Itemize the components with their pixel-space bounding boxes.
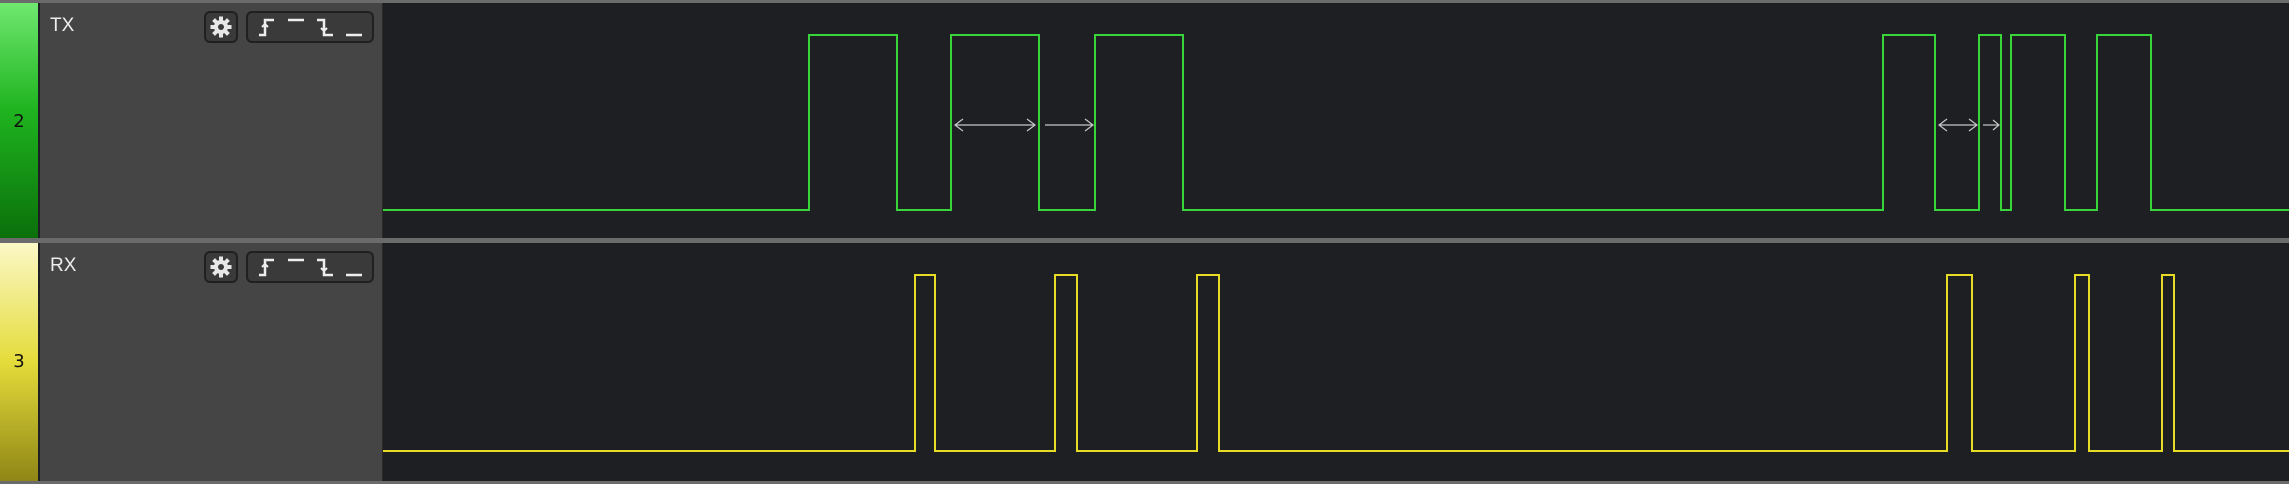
channel-name[interactable]: RX [50, 255, 76, 277]
timing-markers [954, 118, 2000, 132]
trigger-button-group [246, 251, 374, 283]
rising-edge-icon [258, 18, 274, 37]
channel-settings-button[interactable] [204, 251, 238, 283]
trigger-high-level-button[interactable] [283, 254, 309, 280]
trigger-falling-edge-button[interactable] [312, 254, 338, 280]
timing-marker [1938, 118, 1978, 132]
trigger-low-level-button[interactable] [341, 14, 367, 40]
channel-row-rx: 3 RX [0, 243, 2289, 481]
trigger-rising-edge-button[interactable] [254, 14, 280, 40]
channel-settings-button[interactable] [204, 11, 238, 43]
trigger-falling-edge-button[interactable] [312, 14, 338, 40]
trigger-button-group [246, 11, 374, 43]
channel-row-tx: 2 TX [0, 3, 2289, 241]
channel-label-panel: TX [40, 3, 383, 241]
channel-name[interactable]: TX [50, 15, 74, 37]
high-level-icon [287, 258, 304, 262]
channel-label-panel: RX [40, 243, 383, 481]
falling-edge-icon [316, 258, 333, 277]
timing-marker [1045, 118, 1094, 132]
gear-icon [210, 16, 232, 38]
channel-number: 2 [13, 111, 25, 132]
waveform-rx [383, 274, 2289, 452]
high-level-icon [287, 18, 304, 22]
waveform-tx [383, 34, 2289, 211]
waveform-area-rx[interactable] [383, 243, 2289, 481]
falling-edge-icon [316, 18, 333, 37]
tx-signal-trace [383, 34, 2289, 211]
rising-edge-icon [258, 258, 274, 277]
timing-marker [1983, 119, 2000, 131]
waveform-area-tx[interactable] [383, 3, 2289, 241]
low-level-icon [345, 273, 362, 277]
trigger-low-level-button[interactable] [341, 254, 367, 280]
trigger-high-level-button[interactable] [283, 14, 309, 40]
channel-color-strip: 2 [0, 3, 38, 241]
trigger-rising-edge-button[interactable] [254, 254, 280, 280]
timing-marker [954, 118, 1036, 132]
rx-signal-trace [383, 274, 2289, 452]
channel-number: 3 [13, 351, 25, 372]
low-level-icon [345, 33, 362, 37]
channel-color-strip: 3 [0, 243, 38, 481]
gear-icon [210, 256, 232, 278]
